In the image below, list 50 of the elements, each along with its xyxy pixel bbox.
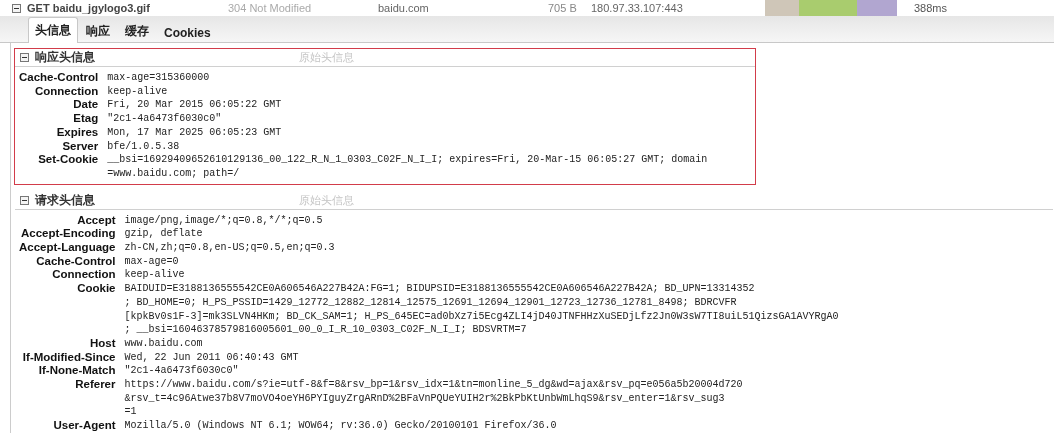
section-title: 响应头信息 bbox=[35, 49, 96, 66]
header-value: Wed, 22 Jun 2011 06:40:43 GMT bbox=[124, 350, 300, 365]
domain-text: baidu.com bbox=[378, 2, 430, 14]
header-value: max-age=315360000 bbox=[107, 71, 211, 85]
header-value: zh-CN,zh;q=0.8,en-US;q=0.5,en;q=0.3 bbox=[124, 241, 336, 255]
collapse-icon[interactable] bbox=[20, 53, 29, 62]
tab[interactable]: 响应 bbox=[79, 18, 117, 43]
header-value: Fri, 20 Mar 2015 06:05:22 GMT bbox=[107, 98, 283, 113]
header-value: gzip, deflate bbox=[124, 227, 204, 242]
header-value: "2c1-4a6473f6030c0" bbox=[107, 112, 223, 126]
header-value: max-age=0 bbox=[124, 254, 180, 269]
header-name: Accept-Language bbox=[19, 241, 116, 255]
header-name: Cache-Control bbox=[35, 254, 116, 269]
header-name: Cache-Control bbox=[19, 71, 99, 85]
header-name: Connection bbox=[34, 84, 99, 99]
header-value: image/png,image/*;q=0.8,*/*;q=0.5 bbox=[124, 213, 324, 228]
header-name: If-None-Match bbox=[37, 364, 116, 379]
header-name: Date bbox=[72, 98, 99, 113]
header-name: Host bbox=[88, 336, 116, 351]
request-url: GET baidu_jgylogo3.gif bbox=[27, 2, 151, 14]
header-value: bfe/1.0.5.38 bbox=[107, 139, 181, 154]
header-name: Cookie bbox=[76, 282, 116, 297]
section-title: 请求头信息 bbox=[35, 191, 96, 209]
header-name: Expires bbox=[55, 125, 99, 140]
header-name: Referer bbox=[74, 378, 116, 393]
header-name: Set-Cookie bbox=[37, 153, 99, 168]
remote-address: 180.97.33.107:443 bbox=[591, 2, 684, 14]
header-value: keep-alive bbox=[107, 84, 169, 99]
header-name: Accept-Encoding bbox=[19, 227, 116, 242]
size-text: 705 B bbox=[548, 2, 578, 14]
collapse-icon[interactable] bbox=[12, 3, 21, 13]
header-name: Server bbox=[61, 139, 99, 154]
header-name: Accept bbox=[76, 213, 116, 228]
timing-text: 388ms bbox=[914, 2, 948, 14]
header-value: https://www.baidu.com/s?ie=utf-8&f=8&rsv_bp=1&rsv_idx=1&tn=monline_5_dg&wd=ajax&rsv_pq=e056a5b20004d720 &rsv_t=4c96Atwe37b8V7moVO4oeYH6PYIguyZrgARnD%2BFaVnPQUeYUIH2r%2BkPbKtUnbWmLhqS9&rsv_enter=1&rsv_sug3 =1 bbox=[124, 378, 744, 420]
tab[interactable]: 头信息 bbox=[28, 17, 78, 43]
header-value: Mozilla/5.0 (Windows NT 6.1; WOW64; rv:36.0) Gecko/20100101 Firefox/36.0 bbox=[124, 419, 558, 433]
header-name: User-Agent bbox=[52, 419, 116, 433]
header-value: www.baidu.com bbox=[124, 336, 204, 351]
header-value: Mon, 17 Mar 2025 06:05:23 GMT bbox=[107, 125, 283, 140]
header-name: Connection bbox=[51, 268, 116, 283]
header-name: If-Modified-Since bbox=[21, 350, 116, 365]
collapse-icon[interactable] bbox=[20, 195, 29, 205]
header-value: keep-alive bbox=[124, 268, 186, 283]
status-text: 304 Not Modified bbox=[228, 2, 313, 14]
header-value: __bsi=16929409652610129136_00_122_R_N_1_0303_C02F_N_I_I; expires=Fri, 20-Mar-15 06:05:27 GMT; domain =www.baidu.com; path=/ bbox=[107, 153, 709, 181]
tab[interactable]: Cookies bbox=[157, 21, 218, 43]
header-name: Etag bbox=[72, 112, 99, 126]
tab[interactable]: 缓存 bbox=[118, 18, 156, 43]
header-value: "2c1-4a6473f6030c0" bbox=[124, 364, 240, 379]
